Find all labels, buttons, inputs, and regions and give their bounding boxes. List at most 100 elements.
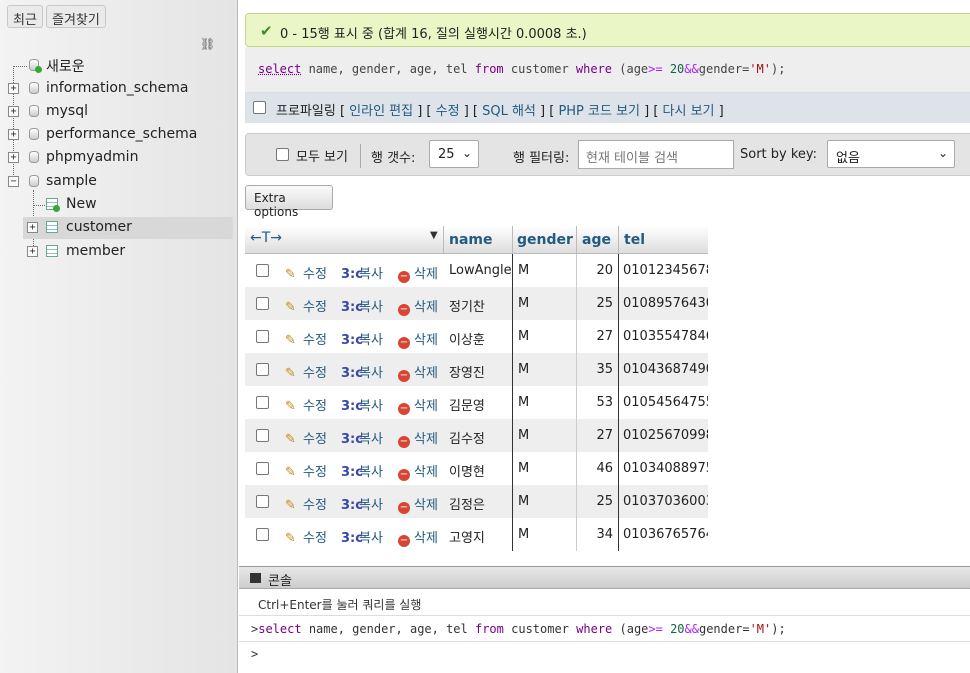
column-header-tel[interactable]: tel: [624, 232, 645, 248]
copy-row-link[interactable]: 3:c복사: [341, 329, 383, 348]
expand-icon[interactable]: +: [27, 246, 38, 257]
delete-row-link[interactable]: − 삭제: [398, 329, 438, 349]
column-arrows-icon[interactable]: ←T→: [250, 230, 282, 246]
cell-gender[interactable]: M: [518, 362, 529, 377]
cell-age[interactable]: 34: [582, 527, 613, 542]
cell-age[interactable]: 20: [582, 263, 613, 278]
copy-row-link[interactable]: 3:c복사: [341, 527, 383, 546]
extra-options-button[interactable]: Extra options: [245, 185, 333, 219]
cell-age[interactable]: 35: [582, 362, 613, 377]
sort-by-key-select[interactable]: 없음 ⌄: [827, 140, 955, 168]
row-checkbox[interactable]: [256, 264, 269, 277]
cell-tel[interactable]: 01037036003: [623, 494, 708, 509]
nav-item-mysql[interactable]: mysql: [46, 103, 88, 119]
row-checkbox[interactable]: [256, 297, 269, 310]
copy-row-link[interactable]: 3:c복사: [341, 362, 383, 381]
cell-age[interactable]: 25: [582, 494, 613, 509]
cell-name[interactable]: 정기찬: [449, 296, 485, 315]
row-checkbox[interactable]: [256, 396, 269, 409]
nav-item-new-database[interactable]: 새로운: [46, 56, 85, 76]
edit-row-link[interactable]: ✎ 수정: [285, 263, 327, 282]
console-input[interactable]: >: [251, 647, 970, 661]
tab-recent[interactable]: 최근: [7, 5, 43, 28]
cell-gender[interactable]: M: [518, 461, 529, 476]
delete-row-link[interactable]: − 삭제: [398, 395, 438, 415]
delete-row-link[interactable]: − 삭제: [398, 527, 438, 547]
row-checkbox[interactable]: [256, 363, 269, 376]
edit-row-link[interactable]: ✎ 수정: [285, 461, 327, 480]
cell-name[interactable]: 고영지: [449, 527, 485, 546]
expand-icon[interactable]: +: [8, 106, 19, 117]
cell-tel[interactable]: 01036765764: [623, 527, 708, 542]
link-php-code[interactable]: PHP 코드 보기: [558, 104, 640, 119]
expand-icon[interactable]: +: [8, 129, 19, 140]
cell-tel[interactable]: 01054564755: [623, 395, 708, 410]
link-refresh[interactable]: 다시 보기: [663, 104, 715, 119]
cell-name[interactable]: 김수정: [449, 428, 485, 447]
cell-name[interactable]: 김문영: [449, 395, 485, 414]
cell-name[interactable]: 김정은: [449, 494, 485, 513]
cell-tel[interactable]: 01012345678: [623, 263, 708, 278]
link-icon[interactable]: ⛓: [200, 37, 215, 51]
cell-tel[interactable]: 01034088975: [623, 461, 708, 476]
delete-row-link[interactable]: − 삭제: [398, 296, 438, 316]
nav-item-customer[interactable]: customer: [66, 219, 132, 235]
copy-row-link[interactable]: 3:c복사: [341, 263, 383, 282]
edit-row-link[interactable]: ✎ 수정: [285, 329, 327, 348]
row-checkbox[interactable]: [256, 429, 269, 442]
column-header-age[interactable]: age: [582, 232, 611, 248]
cell-gender[interactable]: M: [518, 395, 529, 410]
nav-item-information-schema[interactable]: information_schema: [46, 80, 189, 96]
cell-age[interactable]: 27: [582, 428, 613, 443]
cell-tel[interactable]: 01043687490: [623, 362, 708, 377]
cell-gender[interactable]: M: [518, 296, 529, 311]
row-checkbox[interactable]: [256, 528, 269, 541]
row-filter-input[interactable]: 현재 테이블 검색: [578, 140, 734, 169]
column-header-gender[interactable]: gender: [517, 232, 573, 248]
console-query-history[interactable]: >select name, gender, age, tel from cust…: [251, 622, 970, 636]
sql-query-box[interactable]: select name, gender, age, tel from custo…: [245, 47, 970, 93]
cell-gender[interactable]: M: [518, 428, 529, 443]
row-checkbox[interactable]: [256, 495, 269, 508]
copy-row-link[interactable]: 3:c복사: [341, 296, 383, 315]
edit-row-link[interactable]: ✎ 수정: [285, 527, 327, 546]
copy-row-link[interactable]: 3:c복사: [341, 395, 383, 414]
expand-icon[interactable]: +: [8, 152, 19, 163]
cell-tel[interactable]: 01025670998: [623, 428, 708, 443]
cell-age[interactable]: 53: [582, 395, 613, 410]
console-bar[interactable]: 콘솔: [239, 567, 970, 589]
column-header-name[interactable]: name: [449, 232, 493, 248]
profiling-checkbox[interactable]: [253, 101, 266, 114]
delete-row-link[interactable]: − 삭제: [398, 494, 438, 514]
edit-row-link[interactable]: ✎ 수정: [285, 395, 327, 414]
copy-row-link[interactable]: 3:c복사: [341, 428, 383, 447]
expand-icon[interactable]: +: [27, 222, 38, 233]
nav-item-new-table[interactable]: New: [66, 196, 97, 212]
cell-tel[interactable]: 01035547846: [623, 329, 708, 344]
cell-age[interactable]: 25: [582, 296, 613, 311]
cell-name[interactable]: 이상훈: [449, 329, 485, 348]
link-explain-sql[interactable]: SQL 해석: [482, 104, 536, 119]
link-inline-edit[interactable]: 인라인 편집: [349, 104, 413, 119]
delete-row-link[interactable]: − 삭제: [398, 461, 438, 481]
cell-name[interactable]: 장영진: [449, 362, 485, 381]
cell-gender[interactable]: M: [518, 527, 529, 542]
cell-gender[interactable]: M: [518, 494, 529, 509]
nav-item-performance-schema[interactable]: performance_schema: [46, 126, 197, 142]
delete-row-link[interactable]: − 삭제: [398, 263, 438, 283]
edit-row-link[interactable]: ✎ 수정: [285, 494, 327, 513]
delete-row-link[interactable]: − 삭제: [398, 428, 438, 448]
tab-favorites[interactable]: 즐겨찾기: [46, 5, 106, 28]
edit-row-link[interactable]: ✎ 수정: [285, 362, 327, 381]
collapse-icon[interactable]: −: [8, 176, 19, 187]
cell-age[interactable]: 46: [582, 461, 613, 476]
nav-item-phpmyadmin[interactable]: phpmyadmin: [46, 149, 138, 165]
copy-row-link[interactable]: 3:c복사: [341, 494, 383, 513]
cell-age[interactable]: 27: [582, 329, 613, 344]
cell-tel[interactable]: 01089576430: [623, 296, 708, 311]
row-checkbox[interactable]: [256, 462, 269, 475]
edit-row-link[interactable]: ✎ 수정: [285, 428, 327, 447]
cell-gender[interactable]: M: [518, 263, 529, 278]
show-all-checkbox[interactable]: [276, 148, 289, 161]
cell-name[interactable]: LowAngle: [449, 263, 512, 278]
